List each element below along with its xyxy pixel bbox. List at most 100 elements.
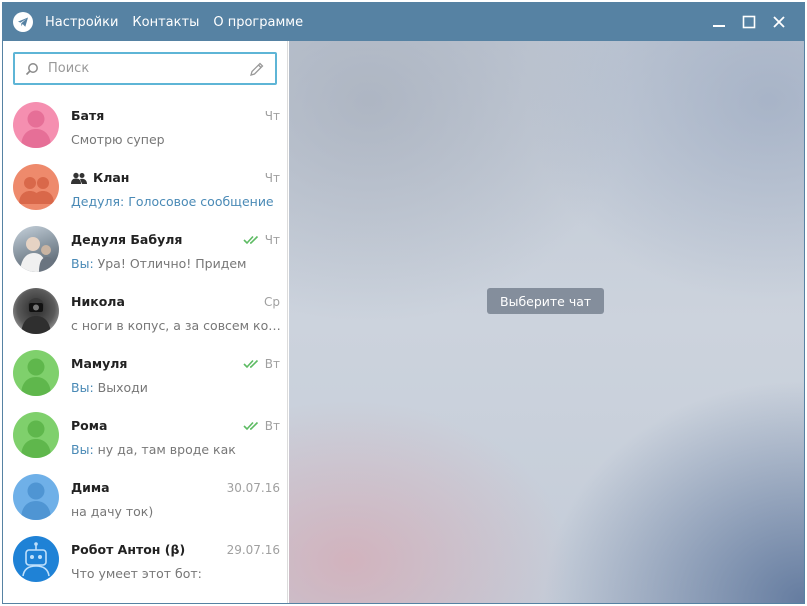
- avatar: [13, 164, 59, 210]
- chat-sidebar: Батя Чт Смотрю супер Клан Чт Дедуля: Гол…: [3, 41, 288, 603]
- search-icon: [24, 61, 40, 77]
- chat-time-text: Вт: [264, 357, 280, 371]
- double-check-icon: [243, 359, 261, 369]
- minimize-button[interactable]: [704, 7, 734, 37]
- title-bar: Настройки Контакты О программе: [3, 3, 804, 41]
- chat-item[interactable]: Дима 30.07.16 на дачу ток): [3, 466, 288, 528]
- chat-name: Дима: [71, 480, 110, 495]
- chat-name-text: Дедуля Бабуля: [71, 232, 183, 247]
- menu-about[interactable]: О программе: [213, 15, 303, 30]
- chat-time: 30.07.16: [227, 481, 280, 495]
- chat-name-text: Мамуля: [71, 356, 128, 371]
- compose-icon[interactable]: [247, 59, 267, 79]
- photo-avatar: [20, 237, 55, 272]
- chat-item[interactable]: Рома Вт Вы: ну да, там вроде как: [3, 404, 288, 466]
- chat-preview: Смотрю супер: [71, 132, 281, 147]
- avatar: [13, 226, 59, 272]
- search-box: [13, 52, 277, 85]
- avatar: [13, 474, 59, 520]
- search-input[interactable]: [48, 61, 247, 76]
- chat-preview: Вы: ну да, там вроде как: [71, 442, 281, 457]
- chat-name: Никола: [71, 294, 125, 309]
- message-text: Голосовое сообщение: [124, 194, 274, 209]
- message-text: Ура! Отлично! Придем: [93, 256, 247, 271]
- chat-preview: Вы: Ура! Отлично! Придем: [71, 256, 281, 271]
- double-check-icon: [243, 235, 261, 245]
- chat-preview: с ноги в копус, а за совсем коск …: [71, 318, 281, 333]
- app-window: Настройки Контакты О программе Поиск Бат…: [2, 2, 805, 604]
- chat-name-text: Робот Антон (β): [71, 542, 186, 557]
- chat-name: Рома: [71, 418, 107, 433]
- avatar: [13, 350, 59, 396]
- close-icon: [773, 16, 785, 28]
- chat-item[interactable]: Клан Чт Дедуля: Голосовое сообщение: [3, 156, 288, 218]
- chat-name-text: Никола: [71, 294, 125, 309]
- chat-time-text: Чт: [264, 171, 280, 185]
- chat-item[interactable]: Дедуля Бабуля Чт Вы: Ура! Отлично! Приде…: [3, 218, 288, 280]
- chat-name: Клан: [71, 170, 129, 185]
- chat-name-text: Дима: [71, 480, 110, 495]
- message-text: Выходи: [93, 380, 148, 395]
- avatar: [13, 536, 59, 582]
- chat-name: Дедуля Бабуля: [71, 232, 182, 247]
- chat-time: Вт: [243, 357, 280, 371]
- group-icon: [71, 172, 87, 184]
- chat-time-text: Чт: [264, 109, 280, 123]
- avatar: [13, 288, 59, 334]
- double-check-icon: [243, 421, 261, 431]
- minimize-icon: [713, 25, 725, 27]
- chat-name-text: Клан: [93, 170, 130, 185]
- chat-item[interactable]: Никола Ср с ноги в копус, а за совсем ко…: [3, 280, 288, 342]
- chat-time-text: Чт: [264, 233, 280, 247]
- sender-label: Вы:: [71, 442, 94, 457]
- chat-time: Чт: [265, 171, 280, 185]
- chat-time-text: Вт: [264, 419, 280, 433]
- sender-label: Дедуля:: [71, 194, 125, 209]
- message-text: на дачу ток): [71, 504, 154, 519]
- chat-name-text: Рома: [71, 418, 108, 433]
- avatar: [13, 412, 59, 458]
- robot-avatar: [22, 542, 50, 577]
- chat-item[interactable]: Робот Антон (β) 29.07.16 Что умеет этот …: [3, 528, 288, 590]
- maximize-button[interactable]: [734, 7, 764, 37]
- chat-preview: Дедуля: Голосовое сообщение: [71, 194, 281, 209]
- person-icon: [21, 358, 51, 396]
- maximize-icon: [742, 15, 756, 29]
- chat-list: Батя Чт Смотрю супер Клан Чт Дедуля: Гол…: [3, 94, 288, 590]
- message-text: ну да, там вроде как: [93, 442, 236, 457]
- chat-time-text: 30.07.16: [226, 481, 280, 495]
- message-text: с ноги в копус, а за совсем коск …: [71, 318, 281, 333]
- menu-settings[interactable]: Настройки: [45, 15, 118, 30]
- person-icon: [21, 110, 51, 148]
- chat-time: Чт: [265, 109, 280, 123]
- chat-time-text: 29.07.16: [226, 543, 280, 557]
- chat-preview: на дачу ток): [71, 504, 281, 519]
- chat-item[interactable]: Батя Чт Смотрю супер: [3, 94, 288, 156]
- message-text: Что умеет этот бот:: [71, 566, 202, 581]
- main-menu: Настройки Контакты О программе: [45, 15, 317, 30]
- chat-time: Ср: [264, 295, 280, 309]
- chat-name: Мамуля: [71, 356, 127, 371]
- chat-time: 29.07.16: [227, 543, 280, 557]
- telegram-logo-icon: [13, 12, 33, 32]
- chat-time-text: Ср: [264, 295, 280, 309]
- chat-time: Чт: [243, 233, 280, 247]
- person-icon: [21, 482, 51, 520]
- sender-label: Вы:: [71, 380, 94, 395]
- select-chat-label: Выберите чат: [487, 288, 605, 314]
- window-controls: [704, 3, 794, 41]
- chat-preview: Вы: Выходи: [71, 380, 281, 395]
- chat-area: Выберите чат: [289, 41, 804, 603]
- group-avatar-icon: [19, 177, 54, 204]
- chat-item[interactable]: Мамуля Вт Вы: Выходи: [3, 342, 288, 404]
- chat-name: Робот Антон (β): [71, 542, 185, 557]
- chat-name-text: Батя: [71, 108, 105, 123]
- menu-contacts[interactable]: Контакты: [132, 15, 199, 30]
- sender-label: Вы:: [71, 256, 94, 271]
- message-text: Смотрю супер: [71, 132, 165, 147]
- chat-preview: Что умеет этот бот:: [71, 566, 281, 581]
- close-button[interactable]: [764, 7, 794, 37]
- chat-time: Вт: [243, 419, 280, 433]
- avatar: [13, 102, 59, 148]
- person-icon: [21, 420, 51, 458]
